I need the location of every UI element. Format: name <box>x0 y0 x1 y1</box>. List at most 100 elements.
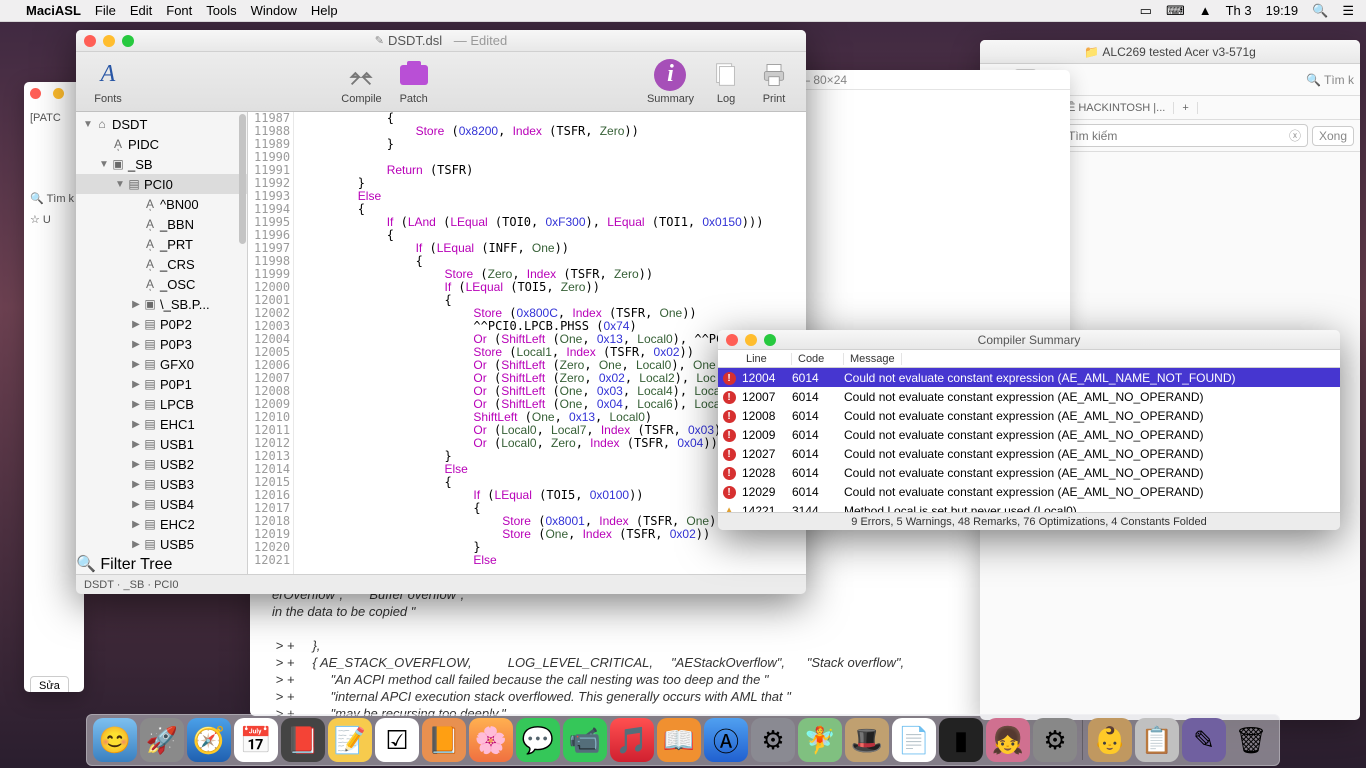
menu-file[interactable]: File <box>95 3 116 18</box>
dock-app3[interactable]: 📄 <box>892 718 936 762</box>
summary-status: 9 Errors, 5 Warnings, 48 Remarks, 76 Opt… <box>718 512 1340 530</box>
dock-trash[interactable]: 🗑 <box>1229 718 1273 762</box>
tree-node-lpcb[interactable]: ▶▤LPCB <box>76 394 247 414</box>
close-button[interactable] <box>726 334 738 346</box>
app-name[interactable]: MaciASL <box>26 3 81 18</box>
dock-app7[interactable]: 📋 <box>1135 718 1179 762</box>
maximize-button[interactable] <box>122 35 134 47</box>
dock-ibooks[interactable]: 📖 <box>657 718 701 762</box>
summary-row[interactable]: !120076014Could not evaluate constant ex… <box>718 387 1340 406</box>
finder-tab-add[interactable]: + <box>1174 102 1197 114</box>
dock-app2[interactable]: 🎩 <box>845 718 889 762</box>
dock-calendar[interactable]: 📅 <box>234 718 278 762</box>
summary-row[interactable]: !120276014Could not evaluate constant ex… <box>718 444 1340 463</box>
summary-rows[interactable]: !120046014Could not evaluate constant ex… <box>718 368 1340 512</box>
tree-node-^bn00[interactable]: Aͅ^BN00 <box>76 194 247 214</box>
search-icon: 🔍 <box>76 556 96 573</box>
dock-finder[interactable]: 😊 <box>93 718 137 762</box>
input-icon[interactable]: ⌨ <box>1166 3 1185 19</box>
fonts-button[interactable]: AFonts <box>84 59 132 105</box>
tree-node-usb5[interactable]: ▶▤USB5 <box>76 534 247 554</box>
tree-node-usb2[interactable]: ▶▤USB2 <box>76 454 247 474</box>
tree[interactable]: ▼⌂DSDTAͅPIDC▼▣_SB▼▤PCI0Aͅ^BN00Aͅ_BBNAͅ_P… <box>76 112 247 554</box>
dock-reminders[interactable]: ☑︎ <box>375 718 419 762</box>
summary-button[interactable]: iSummary <box>639 59 702 105</box>
summary-row[interactable]: !120086014Could not evaluate constant ex… <box>718 406 1340 425</box>
menubar-day[interactable]: Th 3 <box>1226 3 1252 18</box>
tree-node-\_sb.p...[interactable]: ▶▣\_SB.P... <box>76 294 247 314</box>
dock-photos[interactable]: 🌸 <box>469 718 513 762</box>
scrollbar[interactable] <box>239 114 246 244</box>
tree-node-_bbn[interactable]: Aͅ_BBN <box>76 214 247 234</box>
close-button[interactable] <box>84 35 96 47</box>
tree-node-_prt[interactable]: Aͅ_PRT <box>76 234 247 254</box>
tree-node-ehc1[interactable]: ▶▤EHC1 <box>76 414 247 434</box>
done-button[interactable]: Xong <box>1312 126 1354 146</box>
tree-node-_sb[interactable]: ▼▣_SB <box>76 154 247 174</box>
dock-appstore[interactable]: Ⓐ <box>704 718 748 762</box>
dock-app5[interactable]: ⚙ <box>1033 718 1077 762</box>
maximize-button[interactable] <box>764 334 776 346</box>
summary-row[interactable]: !120296014Could not evaluate constant ex… <box>718 482 1340 501</box>
clear-icon[interactable]: ⓧ <box>1289 127 1301 144</box>
dock-terminal[interactable]: ▮ <box>939 718 983 762</box>
tree-node-dsdt[interactable]: ▼⌂DSDT <box>76 114 247 134</box>
dock-notes[interactable]: 📝 <box>328 718 372 762</box>
tree-node-_crs[interactable]: Aͅ_CRS <box>76 254 247 274</box>
dock-app8[interactable]: ✎ <box>1182 718 1226 762</box>
pathbar[interactable]: DSDT · _SB · PCI0 <box>76 574 806 594</box>
dock-safari[interactable]: 🧭 <box>187 718 231 762</box>
dock-launchpad[interactable]: 🚀 <box>140 718 184 762</box>
sidebar: ▼⌂DSDTAͅPIDC▼▣_SB▼▤PCI0Aͅ^BN00Aͅ_BBNAͅ_P… <box>76 112 248 574</box>
filter-tree[interactable]: 🔍 Filter Tree <box>76 554 247 574</box>
dock-messages[interactable]: 💬 <box>516 718 560 762</box>
summary-row[interactable]: !120286014Could not evaluate constant ex… <box>718 463 1340 482</box>
dock-app4[interactable]: 👧 <box>986 718 1030 762</box>
dock-app6[interactable]: 👶 <box>1088 718 1132 762</box>
dock: 😊 🚀 🧭 📅 📕 📝 ☑︎ 📙 🌸 💬 📹 🎵 📖 Ⓐ ⚙ 🧚 🎩 📄 ▮ 👧… <box>86 714 1280 766</box>
battery-icon[interactable]: ▭ <box>1140 3 1152 19</box>
summary-row[interactable]: !120046014Could not evaluate constant ex… <box>718 368 1340 387</box>
minimize-button[interactable] <box>745 334 757 346</box>
summary-title: Compiler Summary <box>978 333 1081 347</box>
summary-header: Line Code Message <box>718 350 1340 368</box>
tree-node-p0p3[interactable]: ▶▤P0P3 <box>76 334 247 354</box>
summary-row[interactable]: ▲142213144Method Local is set but never … <box>718 501 1340 512</box>
menu-help[interactable]: Help <box>311 3 338 18</box>
tree-node-pci0[interactable]: ▼▤PCI0 <box>76 174 247 194</box>
patch-button[interactable]: Patch <box>390 59 438 105</box>
gutter: 11987 11988 11989 11990 11991 11992 1199… <box>248 112 294 574</box>
edit-button[interactable]: Sửa <box>30 676 69 692</box>
volume-icon[interactable]: ▲ <box>1199 3 1212 18</box>
spotlight-icon[interactable]: 🔍 <box>1312 3 1328 19</box>
dock-itunes[interactable]: 🎵 <box>610 718 654 762</box>
dock-app1[interactable]: 🧚 <box>798 718 842 762</box>
tree-node-p0p1[interactable]: ▶▤P0P1 <box>76 374 247 394</box>
menu-window[interactable]: Window <box>251 3 297 18</box>
tree-node-p0p2[interactable]: ▶▤P0P2 <box>76 314 247 334</box>
menu-font[interactable]: Font <box>166 3 192 18</box>
tree-node-pidc[interactable]: AͅPIDC <box>76 134 247 154</box>
dock-facetime[interactable]: 📹 <box>563 718 607 762</box>
tree-node-_osc[interactable]: Aͅ_OSC <box>76 274 247 294</box>
minimize-button[interactable] <box>103 35 115 47</box>
log-button[interactable]: Log <box>702 59 750 105</box>
dock-ibooks2[interactable]: 📙 <box>422 718 466 762</box>
tree-node-usb1[interactable]: ▶▤USB1 <box>76 434 247 454</box>
tree-node-usb4[interactable]: ▶▤USB4 <box>76 494 247 514</box>
finder-search-input[interactable] <box>1068 129 1289 143</box>
dock-contacts[interactable]: 📕 <box>281 718 325 762</box>
tree-node-ehc2[interactable]: ▶▤EHC2 <box>76 514 247 534</box>
toolbar: AFonts Compile Patch iSummary Log Print <box>76 52 806 112</box>
dock-settings[interactable]: ⚙ <box>751 718 795 762</box>
menu-tools[interactable]: Tools <box>206 3 236 18</box>
summary-row[interactable]: !120096014Could not evaluate constant ex… <box>718 425 1340 444</box>
menu-edit[interactable]: Edit <box>130 3 152 18</box>
compile-button[interactable]: Compile <box>333 59 389 105</box>
menubar-time[interactable]: 19:19 <box>1266 3 1299 18</box>
print-button[interactable]: Print <box>750 59 798 105</box>
tree-node-usb3[interactable]: ▶▤USB3 <box>76 474 247 494</box>
notification-icon[interactable]: ☰ <box>1342 3 1354 19</box>
tree-node-gfx0[interactable]: ▶▤GFX0 <box>76 354 247 374</box>
titlebar[interactable]: ✎DSDT.dsl — Edited <box>76 30 806 52</box>
